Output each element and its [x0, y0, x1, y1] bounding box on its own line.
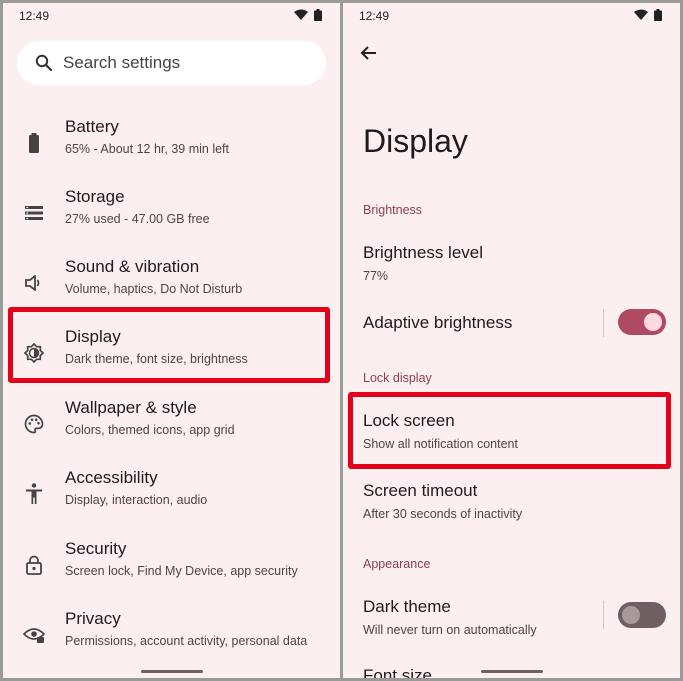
screen-timeout-item[interactable]: Screen timeout After 30 seconds of inact… [363, 481, 522, 521]
item-title: Battery [65, 117, 119, 136]
item-subtitle: Colors, themed icons, app grid [65, 423, 235, 437]
divider [603, 601, 604, 629]
settings-item-security[interactable]: Security Screen lock, Find My Device, ap… [3, 535, 340, 597]
font-size-item[interactable]: Font size [363, 666, 432, 678]
status-bar: 12:49 [343, 3, 680, 29]
item-title: Sound & vibration [65, 257, 200, 276]
wifi-icon [294, 9, 308, 20]
battery-icon [23, 132, 45, 154]
item-title: Screen timeout [363, 481, 478, 500]
item-title: Font size [363, 666, 432, 678]
page-title: Display [363, 123, 468, 159]
search-placeholder: Search settings [63, 53, 181, 72]
storage-icon [23, 202, 45, 224]
item-subtitle: 77% [363, 269, 389, 283]
item-title: Brightness level [363, 243, 484, 262]
item-title: Privacy [65, 609, 121, 628]
settings-item-storage[interactable]: Storage 27% used - 47.00 GB free [3, 183, 340, 245]
status-bar: 12:49 [3, 3, 340, 29]
item-subtitle: Will never turn on automatically [363, 623, 537, 637]
section-header-brightness: Brightness [363, 203, 423, 217]
adaptive-brightness-toggle[interactable] [618, 309, 666, 335]
item-title: Wallpaper & style [65, 398, 197, 417]
battery-status-icon [314, 9, 322, 21]
accessibility-icon [23, 483, 45, 505]
item-subtitle: After 30 seconds of inactivity [363, 507, 523, 521]
adaptive-brightness-item[interactable]: Adaptive brightness [363, 313, 512, 333]
gesture-nav-bar[interactable] [481, 670, 543, 673]
palette-icon [23, 413, 45, 435]
item-subtitle: Volume, haptics, Do Not Disturb [65, 282, 243, 296]
wifi-icon [634, 9, 648, 20]
search-bar[interactable]: Search settings [17, 41, 326, 85]
brightness-level-item[interactable]: Brightness level 77% [363, 243, 483, 283]
volume-icon [23, 272, 45, 294]
battery-status-icon [654, 9, 662, 21]
settings-item-privacy[interactable]: Privacy Permissions, account activity, p… [3, 605, 340, 667]
lock-icon [23, 554, 45, 576]
gesture-nav-bar[interactable] [141, 670, 203, 673]
item-subtitle: Display, interaction, audio [65, 493, 208, 507]
item-subtitle: Permissions, account activity, personal … [65, 634, 308, 648]
settings-item-wallpaper[interactable]: Wallpaper & style Colors, themed icons, … [3, 394, 340, 456]
settings-item-sound[interactable]: Sound & vibration Volume, haptics, Do No… [3, 253, 340, 315]
section-header-appearance: Appearance [363, 557, 431, 571]
item-subtitle: 27% used - 47.00 GB free [65, 212, 210, 226]
item-title: Dark theme [363, 597, 451, 616]
item-subtitle: 65% - About 12 hr, 39 min left [65, 142, 229, 156]
status-time: 12:49 [359, 9, 390, 23]
search-icon [35, 54, 53, 72]
toggle-knob [622, 606, 640, 624]
item-title: Storage [65, 187, 125, 206]
divider [603, 309, 604, 337]
dark-theme-item[interactable]: Dark theme Will never turn on automatica… [363, 597, 537, 637]
toggle-knob [644, 313, 662, 331]
item-title: Security [65, 539, 127, 558]
settings-item-accessibility[interactable]: Accessibility Display, interaction, audi… [3, 464, 340, 526]
settings-item-battery[interactable]: Battery 65% - About 12 hr, 39 min left [3, 113, 340, 175]
dark-theme-toggle[interactable] [618, 602, 666, 628]
section-header-lock-display: Lock display [363, 371, 432, 385]
privacy-eye-icon [23, 624, 45, 646]
item-title: Accessibility [65, 468, 158, 487]
lock-screen-highlight-box [348, 392, 671, 469]
item-subtitle: Screen lock, Find My Device, app securit… [65, 564, 298, 578]
item-title: Adaptive brightness [363, 313, 513, 332]
display-settings-screen: 12:49 Display Brightness Brightness leve… [343, 3, 680, 678]
display-highlight-box [8, 307, 330, 383]
back-arrow-icon[interactable] [357, 41, 381, 65]
status-time: 12:49 [19, 9, 50, 23]
